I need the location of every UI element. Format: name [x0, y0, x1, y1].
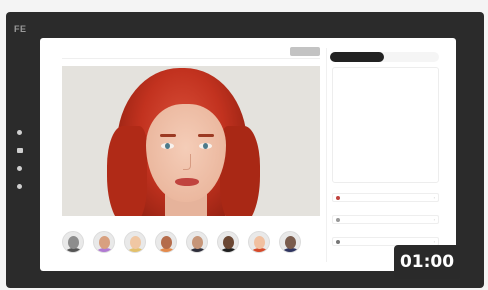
avatar-option[interactable] [186, 231, 208, 253]
chevron-right-icon: › [433, 217, 435, 222]
description-textarea[interactable] [332, 67, 439, 183]
left-rail [16, 130, 24, 202]
avatar-head [130, 236, 141, 249]
tab-primary[interactable] [330, 52, 384, 62]
generate-button[interactable] [290, 47, 320, 56]
app-logo: FE [14, 24, 27, 34]
style-icon [336, 218, 340, 222]
avatar-head [99, 236, 110, 249]
voice-icon [336, 196, 340, 200]
avatar-head [192, 236, 203, 249]
portrait-hair-left [107, 126, 147, 216]
video-thumbnail: FE › › › 01:00 [0, 0, 488, 290]
video-timestamp: 01:00 [394, 245, 460, 279]
option-icon [336, 240, 340, 244]
section-2-select[interactable]: › [332, 215, 439, 224]
avatar-option[interactable] [248, 231, 270, 253]
chevron-right-icon: › [433, 239, 435, 244]
avatar-option[interactable] [155, 231, 177, 253]
portrait-eye-right [199, 143, 212, 149]
app-window: › › › [40, 38, 456, 271]
section-1-select[interactable]: › [332, 193, 439, 202]
avatar-option[interactable] [217, 231, 239, 253]
avatar-head [68, 236, 79, 249]
canvas-actions [62, 219, 320, 227]
avatar-option[interactable] [124, 231, 146, 253]
portrait-lips [175, 178, 199, 186]
settings-panel: › › › [326, 48, 444, 262]
rail-user-icon[interactable] [17, 166, 22, 171]
avatar-strip [58, 231, 320, 257]
portrait-eye-left [161, 143, 174, 149]
avatar-option[interactable] [93, 231, 115, 253]
rail-home-icon[interactable] [17, 130, 22, 135]
avatar-head [161, 236, 172, 249]
portrait-hair-right [220, 126, 260, 216]
avatar-head [254, 236, 265, 249]
portrait-brow-left [160, 134, 176, 137]
panel-tabs [330, 52, 439, 62]
generated-portrait [62, 66, 320, 216]
chevron-right-icon: › [433, 195, 435, 200]
tab-secondary[interactable] [385, 52, 439, 62]
avatar-head [223, 236, 234, 249]
avatar-option[interactable] [279, 231, 301, 253]
rail-settings-icon[interactable] [17, 184, 22, 189]
portrait-nose [183, 154, 191, 170]
rail-folder-icon[interactable] [17, 148, 23, 153]
portrait-brow-right [198, 134, 214, 137]
avatar-head [285, 236, 296, 249]
avatar-option[interactable] [62, 231, 84, 253]
prompt-bar [62, 47, 320, 59]
